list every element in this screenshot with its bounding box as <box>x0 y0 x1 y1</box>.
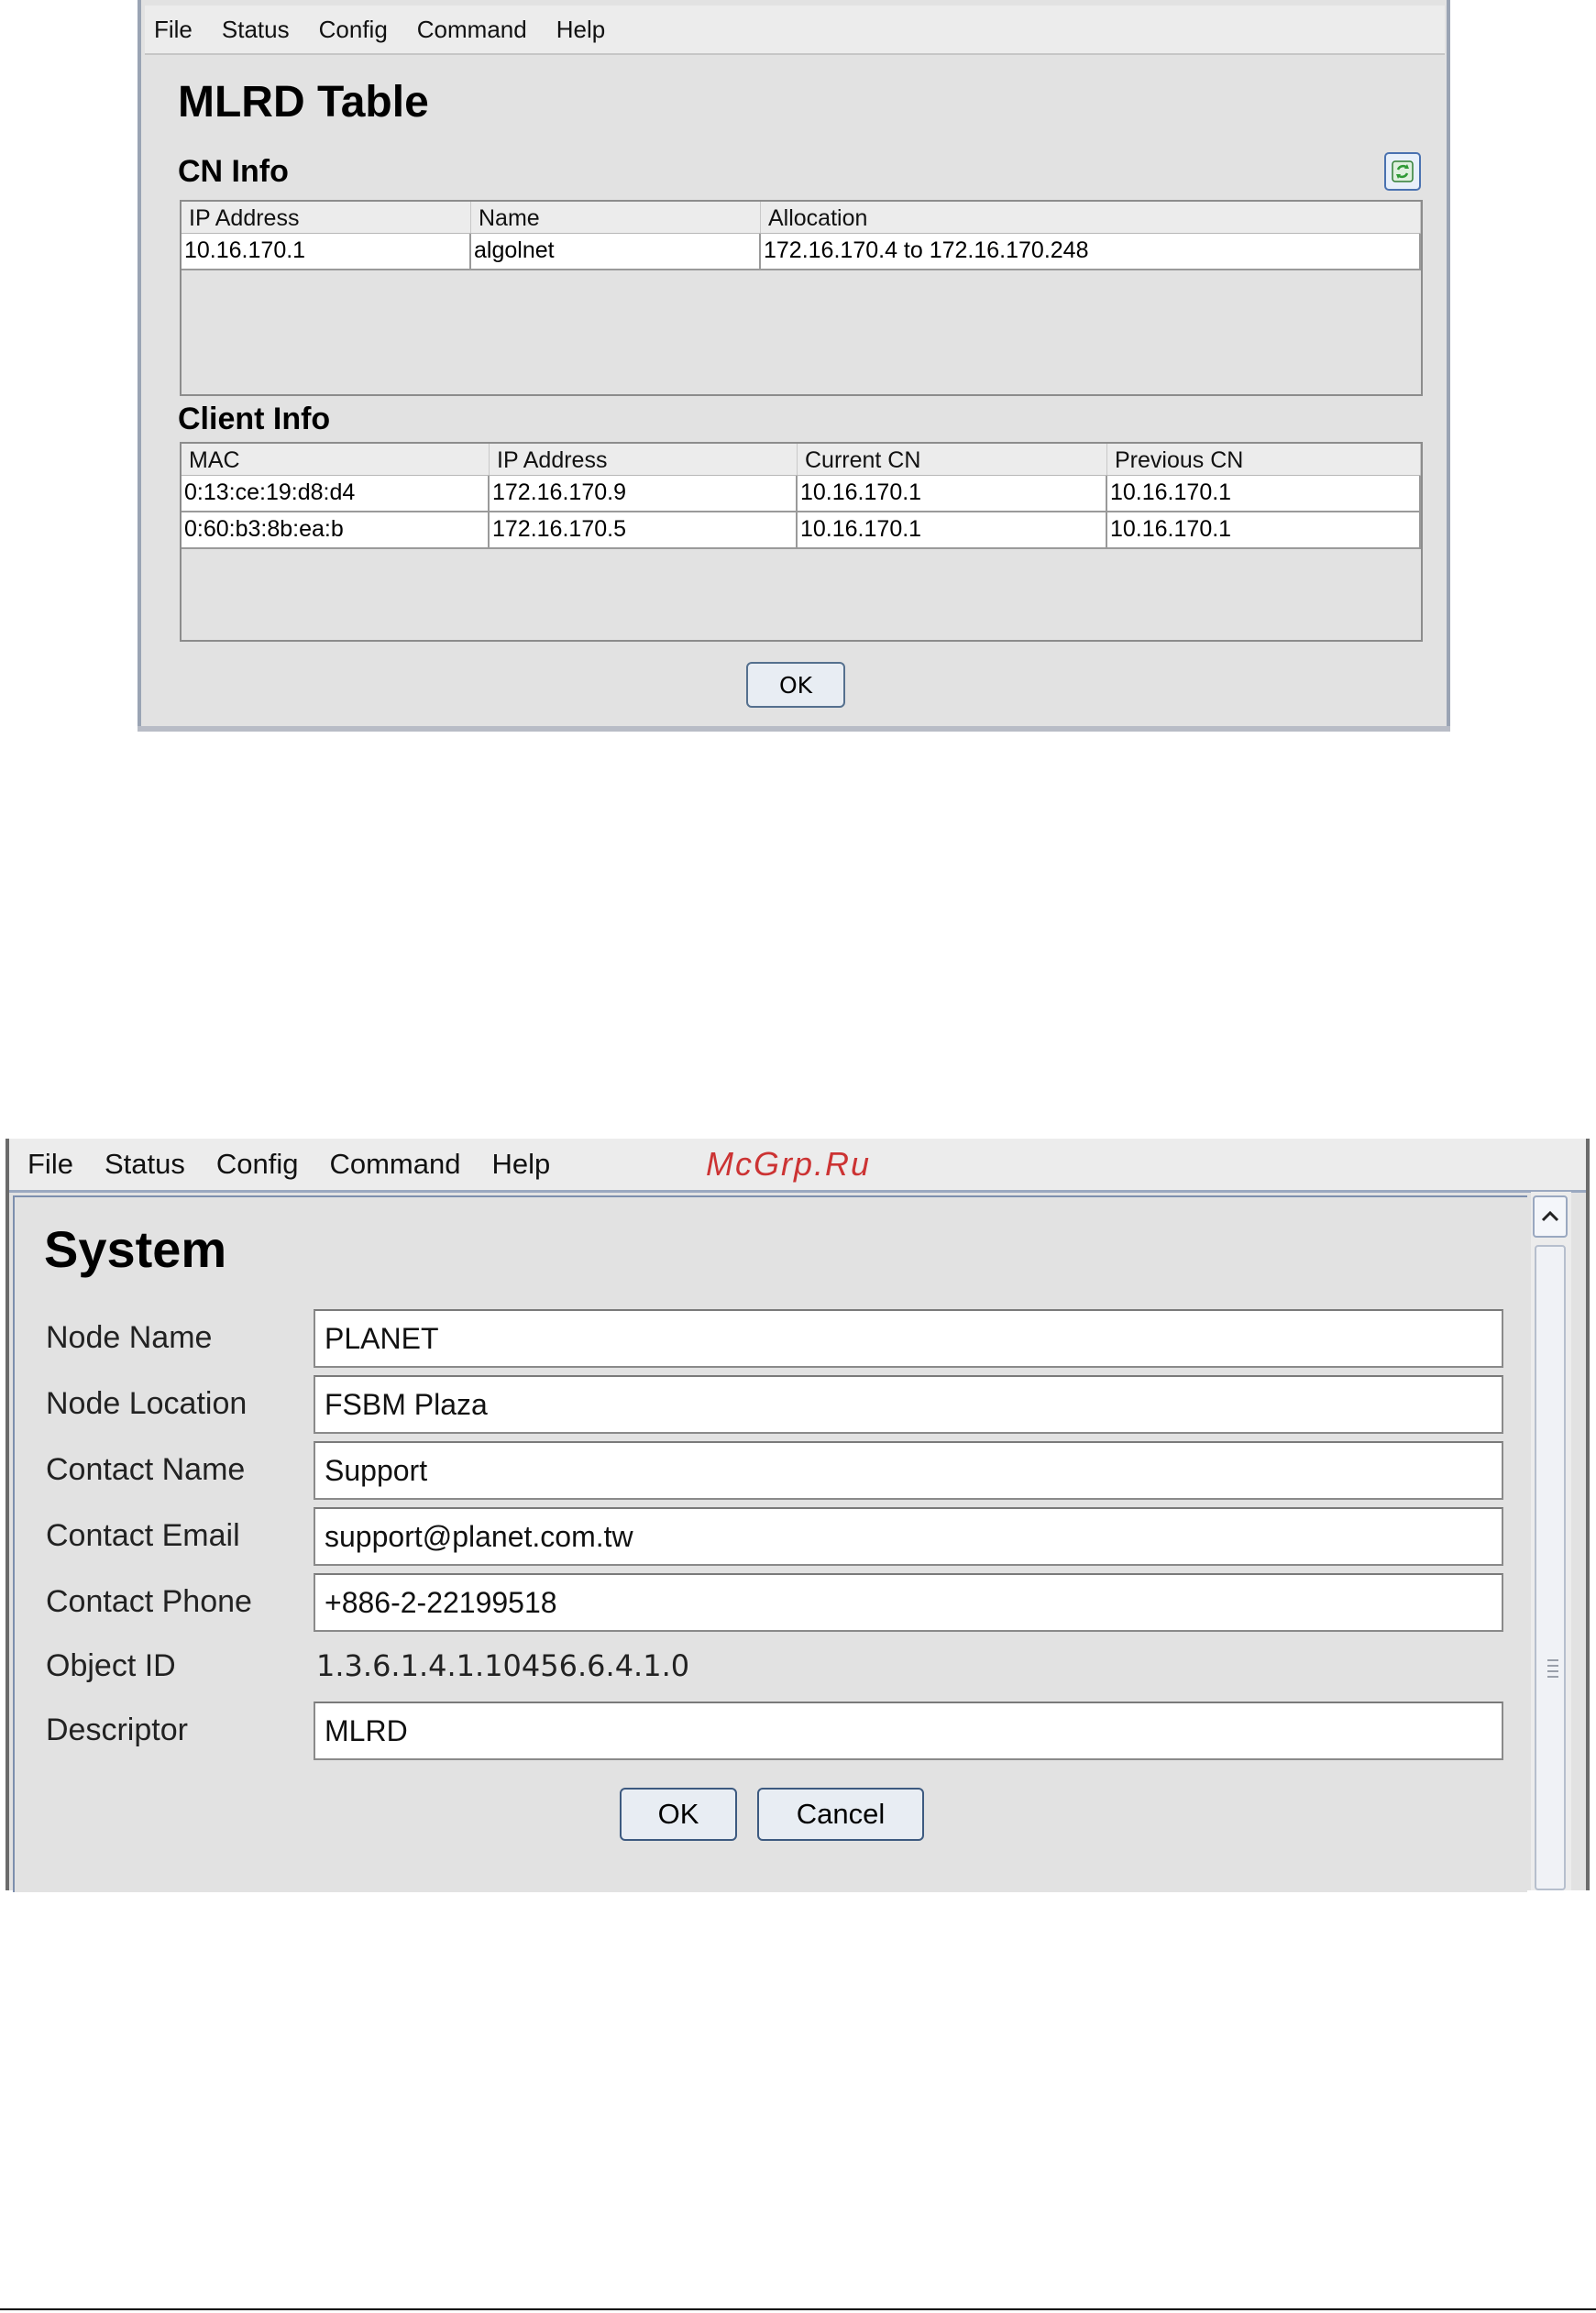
contact-phone-field[interactable]: +886-2-22199518 <box>314 1573 1503 1632</box>
cell-previous-cn: 10.16.170.1 <box>1107 512 1421 547</box>
column-header-name[interactable]: Name <box>471 202 761 233</box>
cell-previous-cn: 10.16.170.1 <box>1107 476 1421 511</box>
chevron-up-icon <box>1541 1210 1559 1222</box>
mlrd-table-window: File Status Config Command Help MLRD Tab… <box>138 0 1450 732</box>
page-title: System <box>44 1220 227 1278</box>
cell-allocation: 172.16.170.4 to 172.16.170.248 <box>761 234 1421 269</box>
refresh-button[interactable] <box>1384 152 1421 191</box>
table-row[interactable]: 10.16.170.1 algolnet 172.16.170.4 to 172… <box>182 234 1421 270</box>
vertical-scrollbar[interactable] <box>1531 1192 1571 1890</box>
node-name-field[interactable]: PLANET <box>314 1309 1503 1368</box>
column-header-ip-address[interactable]: IP Address <box>182 202 471 233</box>
menu-help[interactable]: Help <box>542 16 620 44</box>
menu-config[interactable]: Config <box>201 1148 314 1181</box>
page-footer-rule <box>0 2308 1596 2310</box>
descriptor-field[interactable]: MLRD <box>314 1702 1503 1760</box>
menu-config[interactable]: Config <box>304 16 402 44</box>
table-header: MAC IP Address Current CN Previous CN <box>182 444 1421 476</box>
contact-phone-label: Contact Phone <box>46 1584 252 1619</box>
table-row[interactable]: 0:13:ce:19:d8:d4 172.16.170.9 10.16.170.… <box>182 476 1421 512</box>
cancel-button[interactable]: Cancel <box>757 1788 924 1841</box>
cn-info-table: IP Address Name Allocation 10.16.170.1 a… <box>180 200 1423 396</box>
cn-info-heading: CN Info <box>178 154 289 189</box>
table-row[interactable]: 0:60:b3:8b:ea:b 172.16.170.5 10.16.170.1… <box>182 512 1421 549</box>
cell-name: algolnet <box>471 234 761 269</box>
descriptor-label: Descriptor <box>46 1713 188 1747</box>
watermark: McGrp.Ru <box>706 1145 872 1183</box>
column-header-mac[interactable]: MAC <box>182 444 490 475</box>
refresh-icon <box>1392 160 1414 182</box>
cell-ip-address: 10.16.170.1 <box>182 234 471 269</box>
client-info-table: MAC IP Address Current CN Previous CN 0:… <box>180 442 1423 642</box>
cell-current-cn: 10.16.170.1 <box>798 476 1107 511</box>
ok-button[interactable]: OK <box>620 1788 737 1841</box>
contact-name-label: Contact Name <box>46 1452 246 1487</box>
menu-status[interactable]: Status <box>207 16 304 44</box>
node-name-label: Node Name <box>46 1320 213 1355</box>
table-header: IP Address Name Allocation <box>182 202 1421 234</box>
node-location-field[interactable]: FSBM Plaza <box>314 1375 1503 1434</box>
menu-command[interactable]: Command <box>314 1148 476 1181</box>
cell-ip-address: 172.16.170.9 <box>490 476 798 511</box>
grip-icon <box>1547 1659 1558 1681</box>
contact-email-label: Contact Email <box>46 1518 240 1553</box>
page-title: MLRD Table <box>178 78 429 127</box>
menu-command[interactable]: Command <box>402 16 542 44</box>
object-id-value: 1.3.6.1.4.1.10456.6.4.1.0 <box>316 1648 690 1683</box>
column-header-previous-cn[interactable]: Previous CN <box>1107 444 1421 475</box>
menu-status[interactable]: Status <box>89 1148 201 1181</box>
menu-bar: File Status Config Command Help <box>145 6 1445 55</box>
column-header-allocation[interactable]: Allocation <box>761 202 1421 233</box>
contact-email-field[interactable]: support@planet.com.tw <box>314 1507 1503 1566</box>
ok-button[interactable]: OK <box>746 662 845 708</box>
window-bottom-border <box>138 726 1450 732</box>
menu-file[interactable]: File <box>145 16 207 44</box>
cell-mac: 0:13:ce:19:d8:d4 <box>182 476 490 511</box>
column-header-current-cn[interactable]: Current CN <box>798 444 1107 475</box>
node-location-label: Node Location <box>46 1386 248 1421</box>
menu-help[interactable]: Help <box>476 1148 566 1181</box>
scroll-up-button[interactable] <box>1533 1195 1568 1238</box>
cell-mac: 0:60:b3:8b:ea:b <box>182 512 490 547</box>
cell-current-cn: 10.16.170.1 <box>798 512 1107 547</box>
scroll-thumb[interactable] <box>1535 1245 1566 1890</box>
cell-ip-address: 172.16.170.5 <box>490 512 798 547</box>
client-info-heading: Client Info <box>178 402 331 436</box>
contact-name-field[interactable]: Support <box>314 1441 1503 1500</box>
menu-file[interactable]: File <box>9 1148 89 1181</box>
column-header-ip-address[interactable]: IP Address <box>490 444 798 475</box>
object-id-label: Object ID <box>46 1648 176 1683</box>
